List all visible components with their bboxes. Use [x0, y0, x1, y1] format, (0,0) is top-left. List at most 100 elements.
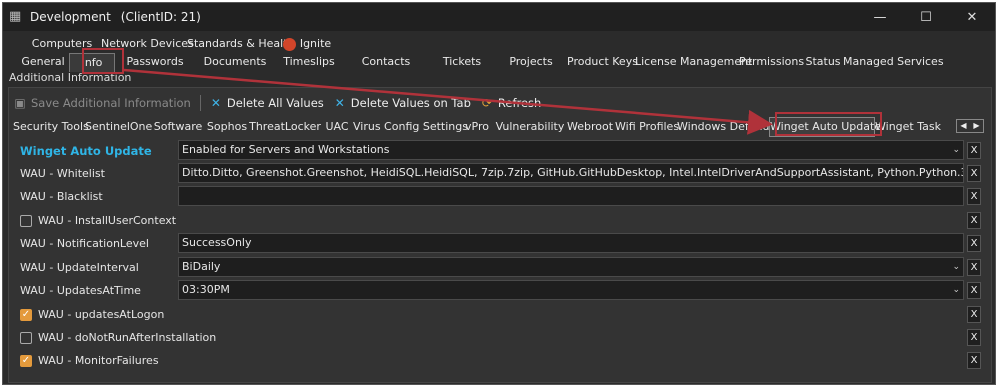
- field-row: WAU - doNotRunAfterInstallation X: [9, 327, 991, 350]
- refresh-icon: ⟳: [481, 96, 492, 110]
- blacklist-input[interactable]: [178, 186, 964, 206]
- clear-button[interactable]: X: [967, 165, 981, 182]
- field-label: WAU - updatesAtLogon: [38, 308, 165, 321]
- tab-product-keys[interactable]: Product Keys: [567, 53, 638, 71]
- checkbox-field[interactable]: ✓ WAU - updatesAtLogon: [20, 308, 164, 321]
- field-row: WAU - Whitelist Ditto.Ditto, Greenshot.G…: [9, 163, 991, 186]
- scroll-right-icon[interactable]: ▶: [970, 120, 983, 132]
- delete-tab-button[interactable]: ✕ Delete Values on Tab: [333, 96, 471, 110]
- tab-standards-health[interactable]: Standards & Health: [187, 35, 294, 53]
- tab-projects[interactable]: Projects: [495, 53, 567, 71]
- tab-ignite-label: Ignite: [299, 37, 332, 50]
- ctab-security-tools[interactable]: Security Tools: [13, 117, 89, 137]
- field-value: 03:30PM: [182, 283, 230, 296]
- checkbox-field[interactable]: WAU - doNotRunAfterInstallation: [20, 331, 216, 344]
- highlight-box-winget: [775, 112, 882, 136]
- checkbox[interactable]: [20, 331, 32, 344]
- checkbox-field[interactable]: ✓ WAU - MonitorFailures: [20, 354, 159, 367]
- notification-level-input[interactable]: SuccessOnly: [178, 233, 964, 253]
- clear-button[interactable]: X: [967, 306, 981, 323]
- clear-button[interactable]: X: [967, 282, 981, 299]
- field-label: WAU - doNotRunAfterInstallation: [38, 331, 217, 344]
- clear-button[interactable]: X: [967, 188, 981, 205]
- tab-scroll-arrows: ◀ ▶: [956, 119, 984, 133]
- maximize-button[interactable]: ☐: [903, 3, 949, 31]
- chevron-down-icon[interactable]: ⌄: [952, 141, 960, 159]
- clear-button[interactable]: X: [967, 352, 981, 369]
- ctab-vpro[interactable]: vPro: [459, 117, 495, 137]
- ctab-virus-config[interactable]: Virus Config Settings: [353, 117, 468, 137]
- field-row: WAU - UpdateInterval BiDaily ⌄ X: [9, 257, 991, 280]
- ctab-wifi-profiles[interactable]: Wifi Profiles: [615, 117, 679, 137]
- field-row: ✓ WAU - updatesAtLogon X: [9, 304, 991, 327]
- delete-x-icon: ✕: [334, 96, 345, 110]
- save-button[interactable]: ▣ Save Additional Information: [13, 96, 191, 110]
- delete-all-button[interactable]: ✕ Delete All Values: [209, 96, 324, 110]
- checkbox-field[interactable]: WAU - InstallUserContext: [20, 214, 176, 227]
- clear-button[interactable]: X: [967, 259, 981, 276]
- field-row: Winget Auto Update Enabled for Servers a…: [9, 140, 991, 163]
- field-row: WAU - InstallUserContext X: [9, 210, 991, 233]
- clear-button[interactable]: X: [967, 142, 981, 159]
- field-value: BiDaily: [182, 260, 221, 273]
- update-interval-select[interactable]: BiDaily ⌄: [178, 257, 964, 277]
- field-label: WAU - UpdatesAtTime: [20, 284, 141, 297]
- app-icon: ▦: [9, 9, 22, 24]
- clear-button[interactable]: X: [967, 235, 981, 252]
- field-label: WAU - Blacklist: [20, 190, 103, 203]
- checkbox-checked[interactable]: ✓: [20, 354, 32, 367]
- ctab-sentinelone[interactable]: SentinelOne: [85, 117, 152, 137]
- toolbar-separator: [199, 95, 201, 111]
- field-label: WAU - InstallUserContext: [38, 214, 177, 227]
- tab-permissions[interactable]: Permissions: [739, 53, 804, 71]
- delete-tab-label: Delete Values on Tab: [350, 96, 471, 110]
- delete-x-icon: ✕: [210, 96, 221, 110]
- tab-license-management[interactable]: License Management: [635, 53, 752, 71]
- save-button-label: Save Additional Information: [31, 96, 191, 110]
- field-label: WAU - Whitelist: [20, 167, 105, 180]
- tab-contacts[interactable]: Contacts: [343, 53, 429, 71]
- winget-auto-update-select[interactable]: Enabled for Servers and Workstations ⌄: [178, 140, 964, 160]
- close-button[interactable]: ✕: [949, 3, 995, 31]
- chevron-down-icon[interactable]: ⌄: [952, 281, 960, 299]
- chevron-down-icon[interactable]: ⌄: [952, 258, 960, 276]
- tab-documents[interactable]: Documents: [195, 53, 275, 71]
- ctab-software[interactable]: Software: [151, 117, 205, 137]
- clear-button[interactable]: X: [967, 212, 981, 229]
- tab-managed-services[interactable]: Managed Services: [843, 53, 944, 71]
- field-label: WAU - NotificationLevel: [20, 237, 149, 250]
- checkbox[interactable]: [20, 214, 32, 227]
- checkbox-checked[interactable]: ✓: [20, 308, 32, 321]
- tab-status[interactable]: Status: [803, 53, 843, 71]
- whitelist-input[interactable]: Ditto.Ditto, Greenshot.Greenshot, HeidiS…: [178, 163, 964, 183]
- updates-at-time-select[interactable]: 03:30PM ⌄: [178, 280, 964, 300]
- ctab-sophos[interactable]: Sophos: [205, 117, 249, 137]
- clear-button[interactable]: X: [967, 329, 981, 346]
- ignite-icon: [282, 37, 296, 51]
- delete-all-label: Delete All Values: [226, 96, 324, 110]
- tab-general[interactable]: General: [17, 53, 69, 71]
- refresh-button[interactable]: ⟳ Refresh: [480, 96, 541, 110]
- ctab-vulnerability[interactable]: Vulnerability: [495, 117, 565, 137]
- refresh-label: Refresh: [497, 96, 542, 110]
- tab-tickets[interactable]: Tickets: [429, 53, 495, 71]
- client-id: (ClientID: 21): [120, 10, 201, 24]
- tab-passwords[interactable]: Passwords: [115, 53, 195, 71]
- ctab-windows-defender[interactable]: Windows Defender: [677, 117, 781, 137]
- tab-timeslips[interactable]: Timeslips: [275, 53, 343, 71]
- field-row: WAU - UpdatesAtTime 03:30PM ⌄ X: [9, 280, 991, 303]
- field-label: WAU - UpdateInterval: [20, 261, 139, 274]
- tab-ignite[interactable]: Ignite: [281, 35, 333, 53]
- window-title: Development: [30, 10, 111, 24]
- minimize-button[interactable]: —: [857, 3, 903, 31]
- highlight-box-info: [82, 48, 124, 74]
- ctab-winget-task[interactable]: Winget Task: [875, 117, 941, 137]
- ctab-threatlocker[interactable]: ThreatLocker: [249, 117, 321, 137]
- field-row: ✓ WAU - MonitorFailures X: [9, 350, 991, 373]
- app-window: ▦ Development (ClientID: 21) — ☐ ✕ Compu…: [2, 2, 996, 385]
- field-label: WAU - MonitorFailures: [38, 354, 159, 367]
- ctab-uac[interactable]: UAC: [321, 117, 353, 137]
- scroll-left-icon[interactable]: ◀: [957, 120, 970, 132]
- toolbar: ▣ Save Additional Information ✕ Delete A…: [13, 94, 550, 112]
- ctab-webroot[interactable]: Webroot: [565, 117, 615, 137]
